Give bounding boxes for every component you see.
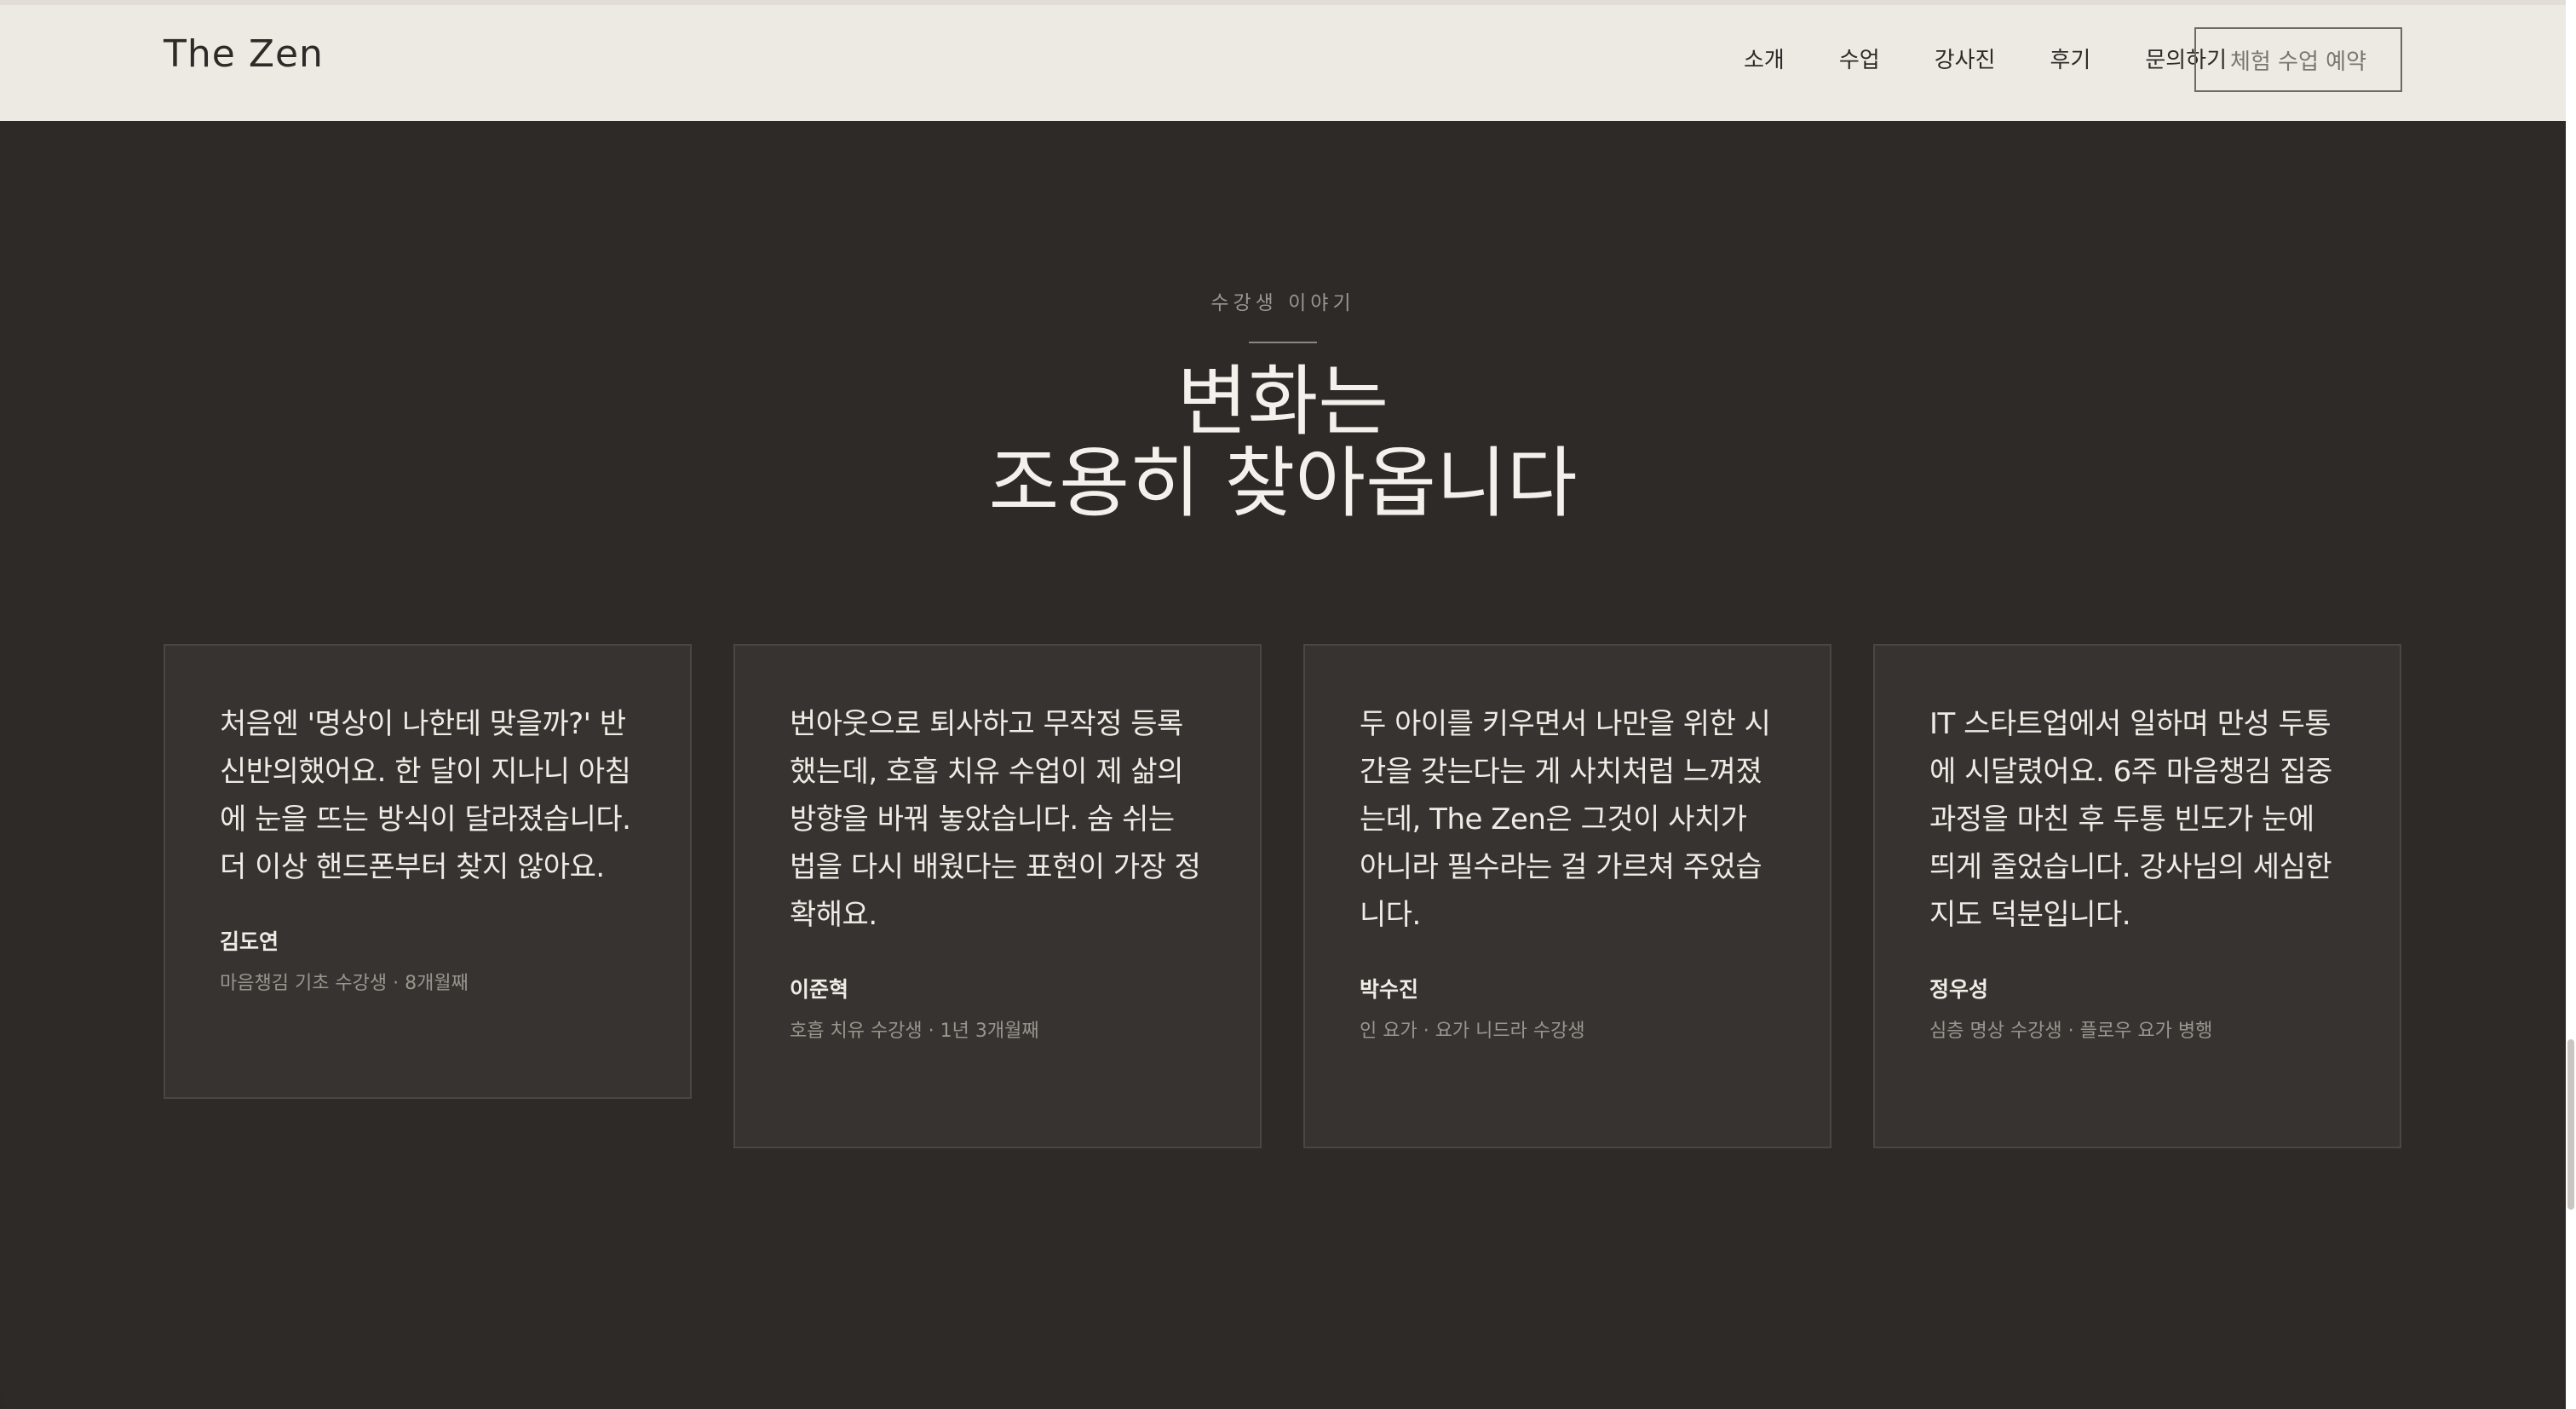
scrollbar-thumb[interactable] — [2567, 1039, 2574, 1210]
testimonial-card: 번아웃으로 퇴사하고 무작정 등록했는데, 호흡 치유 수업이 제 삶의 방향을… — [733, 644, 1262, 1148]
testimonial-card: 처음엔 '명상이 나한테 맞을까?' 반신반의했어요. 한 달이 지나니 아침에… — [164, 644, 692, 1099]
testimonial-author: 박수진 — [1360, 977, 1419, 1002]
site-header: The Zen 소개 수업 강사진 후기 문의하기 체험 수업 예약 — [0, 0, 2566, 121]
page: The Zen 소개 수업 강사진 후기 문의하기 체험 수업 예약 수강생 이… — [0, 0, 2566, 1409]
testimonial-author: 이준혁 — [790, 977, 849, 1002]
testimonial-role: 호흡 치유 수강생 · 1년 3개월째 — [790, 1021, 1039, 1042]
testimonial-quote: 처음엔 '명상이 나한테 맞을까?' 반신반의했어요. 한 달이 지나니 아침에… — [220, 707, 631, 884]
main-nav: 소개 수업 강사진 후기 문의하기 — [1744, 43, 2227, 74]
nav-item-about[interactable]: 소개 — [1744, 43, 1785, 74]
section-eyebrow: 수강생 이야기 — [1210, 292, 1355, 314]
scrollbar[interactable] — [2566, 0, 2576, 1409]
nav-item-classes[interactable]: 수업 — [1839, 43, 1880, 74]
testimonial-quote: 두 아이를 키우면서 나만을 위한 시간을 갖는다는 게 사치처럼 느껴졌는데,… — [1360, 707, 1771, 932]
heading-line-2: 조용히 찾아옵니다 — [988, 439, 1578, 528]
testimonial-card: IT 스타트업에서 일하며 만성 두통에 시달렸어요. 6주 마음챙김 집중 과… — [1873, 644, 2401, 1148]
brand-logo[interactable]: The Zen — [164, 32, 324, 76]
nav-item-reviews[interactable]: 후기 — [2050, 43, 2090, 74]
testimonial-role: 심층 명상 수강생 · 플로우 요가 병행 — [1929, 1021, 2213, 1042]
testimonial-role: 마음챙김 기초 수강생 · 8개월째 — [220, 973, 469, 994]
testimonial-quote: 번아웃으로 퇴사하고 무작정 등록했는데, 호흡 치유 수업이 제 삶의 방향을… — [790, 707, 1201, 932]
heading-line-1: 변화는 — [1176, 357, 1389, 446]
testimonial-role: 인 요가 · 요가 니드라 수강생 — [1360, 1021, 1585, 1042]
testimonial-card: 두 아이를 키우면서 나만을 위한 시간을 갖는다는 게 사치처럼 느껴졌는데,… — [1303, 644, 1831, 1148]
nav-item-instructors[interactable]: 강사진 — [1935, 43, 1996, 74]
eyebrow-divider — [1249, 342, 1317, 343]
testimonial-quote: IT 스타트업에서 일하며 만성 두통에 시달렸어요. 6주 마음챙김 집중 과… — [1929, 707, 2332, 932]
testimonial-author: 정우성 — [1929, 977, 1989, 1002]
section-heading: 변화는 조용히 찾아옵니다 — [0, 361, 2566, 525]
testimonial-author: 김도연 — [220, 929, 279, 954]
trial-booking-button[interactable]: 체험 수업 예약 — [2194, 27, 2402, 92]
